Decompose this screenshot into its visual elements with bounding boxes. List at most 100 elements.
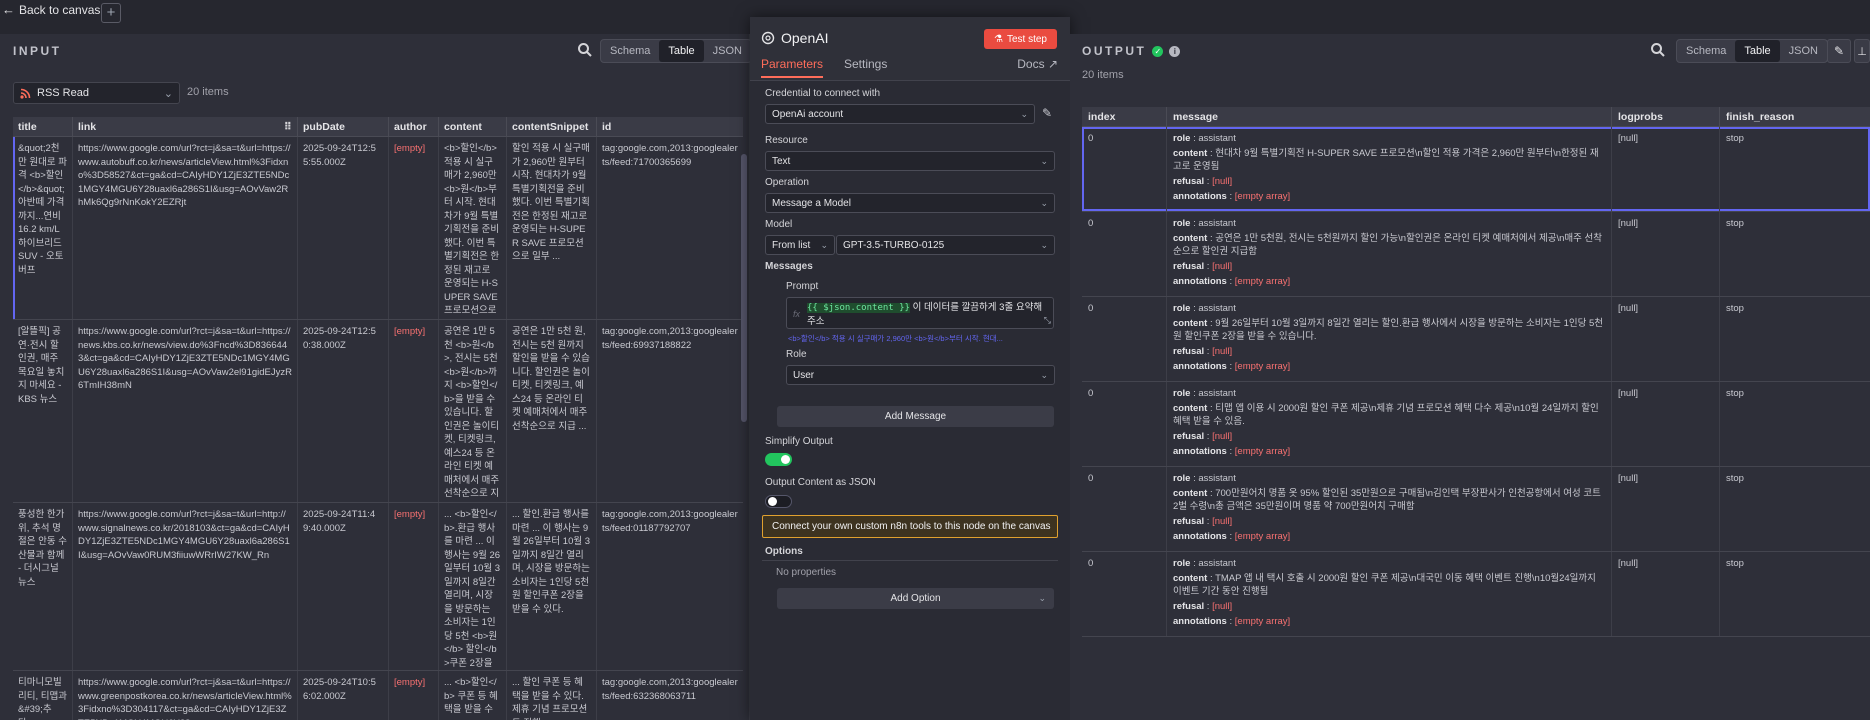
- test-step-button[interactable]: ⚗ Test step: [984, 29, 1057, 49]
- search-icon[interactable]: [1650, 42, 1666, 58]
- cell-title: [알뜰픽] 공연·전시 할인권, 매주 목요일 놓치지 마세요 - KBS 뉴스: [13, 320, 73, 502]
- search-icon[interactable]: [577, 42, 593, 58]
- col-content[interactable]: content: [439, 117, 507, 136]
- col-title[interactable]: title: [13, 117, 73, 136]
- message-role: role : assistant: [1173, 218, 1236, 229]
- output-view-schema[interactable]: Schema: [1677, 40, 1735, 62]
- cell-author: [empty]: [389, 320, 439, 502]
- operation-label: Operation: [765, 177, 809, 188]
- role-label: Role: [786, 349, 807, 360]
- message-role: role : assistant: [1173, 133, 1236, 144]
- output-table-header: index message logprobs finish_reason: [1082, 107, 1870, 127]
- output-view-json[interactable]: JSON: [1780, 40, 1827, 62]
- input-view-table[interactable]: Table: [659, 40, 704, 62]
- cell-logprobs: [null]: [1612, 297, 1720, 381]
- cell-finish-reason: stop: [1726, 473, 1744, 484]
- cell-pubdate: 2025-09-24T11:49:40.000Z: [298, 503, 389, 670]
- edit-output-button[interactable]: ✎: [1827, 39, 1851, 63]
- cell-logprobs: [null]: [1612, 127, 1720, 211]
- model-select[interactable]: GPT-3.5-TURBO-0125 ⌄: [836, 235, 1055, 255]
- output-items-count: 20 items: [1082, 69, 1124, 81]
- cell-index: 0: [1082, 552, 1167, 636]
- model-mode-select[interactable]: From list ⌄: [765, 235, 835, 255]
- credential-select[interactable]: OpenAi account ⌄: [765, 104, 1035, 124]
- cell-id: tag:google.com,2013:googlealerts/feed:71…: [602, 143, 738, 168]
- output-panel: OUTPUT ✓ i 20 items Schema Table JSON ✎ …: [1070, 34, 1870, 720]
- input-view-switcher: Schema Table JSON: [600, 39, 752, 63]
- message-content: content : TMAP 앱 내 택시 호출 시 2000원 할인 쿠폰 제…: [1173, 573, 1596, 597]
- col-pubdate[interactable]: pubDate: [298, 117, 389, 136]
- model-label: Model: [765, 219, 793, 230]
- output-json-toggle[interactable]: [765, 495, 792, 508]
- pencil-icon[interactable]: ✎: [1042, 106, 1052, 120]
- cell-index: 0: [1082, 382, 1167, 466]
- back-to-canvas-link[interactable]: ← Back to canvas: [2, 2, 100, 17]
- table-row[interactable]: &quot;2천만 원대로 파격 <b>할인</b>&quot; 아반떼 가격까…: [13, 137, 743, 320]
- node-title[interactable]: OpenAI: [781, 30, 828, 46]
- col-id[interactable]: id: [597, 117, 743, 136]
- operation-select[interactable]: Message a Model ⌄: [765, 193, 1055, 213]
- col-logprobs[interactable]: logprobs: [1612, 107, 1720, 126]
- cell-finish-reason: stop: [1726, 558, 1744, 569]
- table-row[interactable]: 티마니모빌리티, 티맵과 &#39;추다... https://www.goog…: [13, 671, 743, 720]
- node-header: OpenAI: [761, 30, 828, 46]
- input-view-json[interactable]: JSON: [704, 40, 751, 62]
- cell-pubdate: 2025-09-24T12:50:38.000Z: [298, 320, 389, 502]
- parameters-form: Credential to connect with OpenAi accoun…: [750, 81, 1070, 720]
- tab-parameters[interactable]: Parameters: [761, 57, 824, 78]
- prompt-label: Prompt: [786, 281, 819, 292]
- pin-output-button[interactable]: ⊥: [1854, 39, 1870, 63]
- table-row[interactable]: [알뜰픽] 공연·전시 할인권, 매주 목요일 놓치지 마세요 - KBS 뉴스…: [13, 320, 743, 503]
- input-panel: INPUT Schema Table JSON RSS Read ⌄ 20 it…: [0, 34, 752, 720]
- table-row[interactable]: 0 role : assistant content : 현대차 9월 특별기획전 …: [1082, 127, 1870, 212]
- cell-logprobs: [null]: [1612, 382, 1720, 466]
- col-link[interactable]: link ⠿: [73, 117, 298, 136]
- table-row[interactable]: 0 role : assistant content : 공연은 1만 5천원, 전…: [1082, 212, 1870, 297]
- output-view-table[interactable]: Table: [1735, 40, 1780, 62]
- resource-select[interactable]: Text ⌄: [765, 151, 1055, 171]
- docs-link[interactable]: Docs ↗: [1017, 57, 1058, 71]
- message-content: content : 현대차 9월 특별기획전 H-SUPER SAVE 프로모션…: [1173, 148, 1599, 172]
- source-node-select[interactable]: RSS Read ⌄: [13, 82, 180, 104]
- info-icon[interactable]: i: [1169, 45, 1181, 57]
- table-row[interactable]: 0 role : assistant content : 9월 26일부터 10월 …: [1082, 297, 1870, 382]
- node-settings-panel: OpenAI ⚗ Test step Parameters Settings D…: [750, 17, 1070, 720]
- table-row[interactable]: 0 role : assistant content : 티맵 앱 이용 시 200…: [1082, 382, 1870, 467]
- chevron-down-icon: ⌄: [1038, 593, 1046, 603]
- external-link-icon: ↗: [1047, 57, 1058, 71]
- message-role: role : assistant: [1173, 558, 1236, 569]
- cell-index: 0: [1082, 212, 1167, 296]
- cell-link: https://www.google.com/url?rct=j&sa=t&ur…: [73, 671, 298, 720]
- add-option-button[interactable]: Add Option ⌄: [777, 588, 1054, 609]
- message-refusal: refusal : [null]: [1173, 346, 1233, 357]
- col-message[interactable]: message: [1167, 107, 1612, 126]
- add-message-button[interactable]: Add Message: [777, 406, 1054, 427]
- col-finish-reason[interactable]: finish_reason: [1720, 107, 1870, 126]
- output-header: OUTPUT ✓ i: [1082, 44, 1181, 58]
- simplify-output-toggle[interactable]: [765, 453, 792, 466]
- cell-logprobs: [null]: [1612, 212, 1720, 296]
- tab-settings[interactable]: Settings: [844, 57, 887, 76]
- role-select[interactable]: User ⌄: [786, 365, 1055, 385]
- cell-pubdate: 2025-09-24T12:55:55.000Z: [298, 137, 389, 319]
- expand-icon[interactable]: ⤡: [1044, 314, 1051, 327]
- input-scrollbar[interactable]: [741, 154, 747, 422]
- message-content: content : 9월 26일부터 10월 3일까지 8일간 열리는 할인.환…: [1173, 318, 1603, 342]
- drag-handle-icon[interactable]: ⠿: [284, 121, 292, 133]
- prompt-input[interactable]: fx {{ $json.content }} 이 데이터를 깔끔하게 3줄 요약…: [786, 297, 1054, 329]
- message-refusal: refusal : [null]: [1173, 176, 1233, 187]
- col-author[interactable]: author: [389, 117, 439, 136]
- table-row[interactable]: 0 role : assistant content : TMAP 앱 내 택시 호…: [1082, 552, 1870, 637]
- col-contentsnippet[interactable]: contentSnippet: [507, 117, 597, 136]
- cell-finish-reason: stop: [1726, 303, 1744, 314]
- table-row[interactable]: 0 role : assistant content : 700만원어치 명품 옷 …: [1082, 467, 1870, 552]
- cell-contentsnippet: 공연은 1만 5천 원, 전시는 5천 원까지 할인을 받을 수 있습니다. 할…: [507, 320, 597, 502]
- output-json-label: Output Content as JSON: [765, 477, 876, 488]
- add-tab-button[interactable]: +: [101, 3, 121, 23]
- message-annotations: annotations : [empty array]: [1173, 531, 1291, 542]
- input-view-schema[interactable]: Schema: [601, 40, 659, 62]
- back-to-canvas-label: Back to canvas: [19, 2, 101, 17]
- chevron-down-icon: ⌄: [1040, 197, 1048, 208]
- table-row[interactable]: 풍성한 한가위, 추석 명절은 안동 수산물과 함께 - 더시그널뉴스 http…: [13, 503, 743, 671]
- col-index[interactable]: index: [1082, 107, 1167, 126]
